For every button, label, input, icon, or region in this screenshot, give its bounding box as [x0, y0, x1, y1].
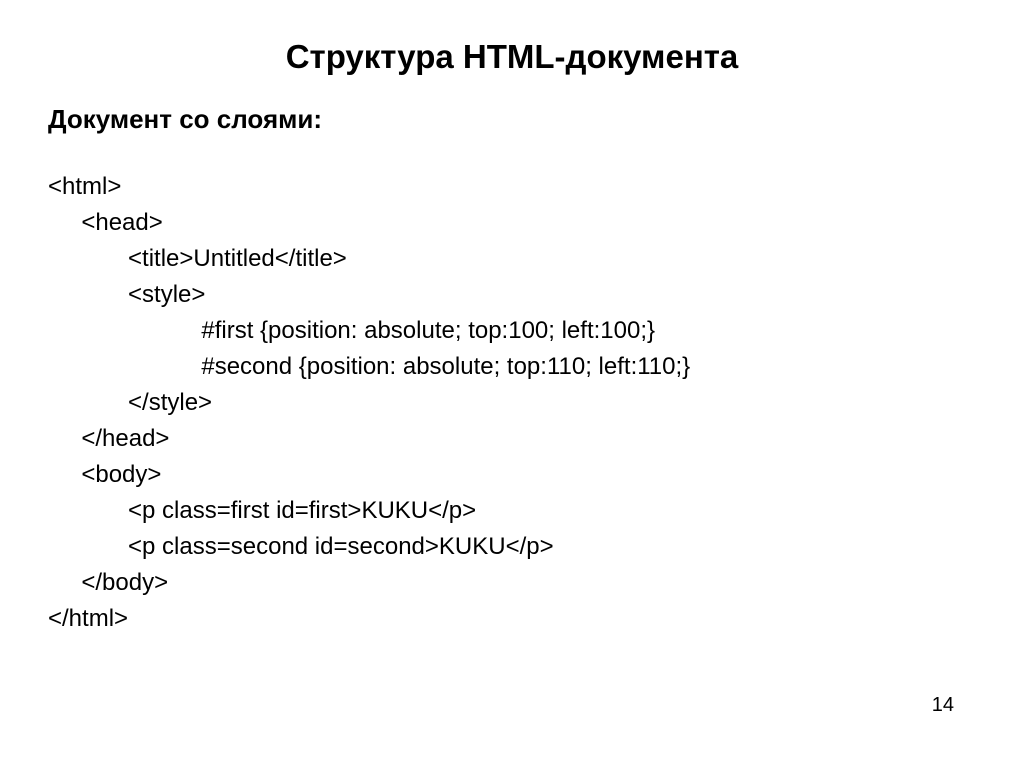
code-line: </head>: [48, 421, 976, 457]
code-line: <style>: [48, 277, 976, 313]
code-line: </body>: [48, 565, 976, 601]
code-line: <title>Untitled</title>: [48, 241, 976, 277]
page-number: 14: [932, 694, 954, 717]
slide-subtitle: Документ со слоями:: [48, 104, 976, 135]
code-line: <body>: [48, 457, 976, 493]
code-line: </style>: [48, 385, 976, 421]
code-line: </html>: [48, 601, 976, 637]
slide-title: Структура HTML-документа: [48, 38, 976, 76]
code-line: <html>: [48, 169, 976, 205]
code-line: <p class=first id=first>KUKU</p>: [48, 493, 976, 529]
code-line: #second {position: absolute; top:110; le…: [48, 349, 976, 385]
code-line: #first {position: absolute; top:100; lef…: [48, 313, 976, 349]
code-line: <head>: [48, 205, 976, 241]
slide-content: Структура HTML-документа Документ со сло…: [0, 0, 1024, 637]
code-line: <p class=second id=second>KUKU</p>: [48, 529, 976, 565]
code-block: <html> <head> <title>Untitled</title> <s…: [48, 169, 976, 637]
